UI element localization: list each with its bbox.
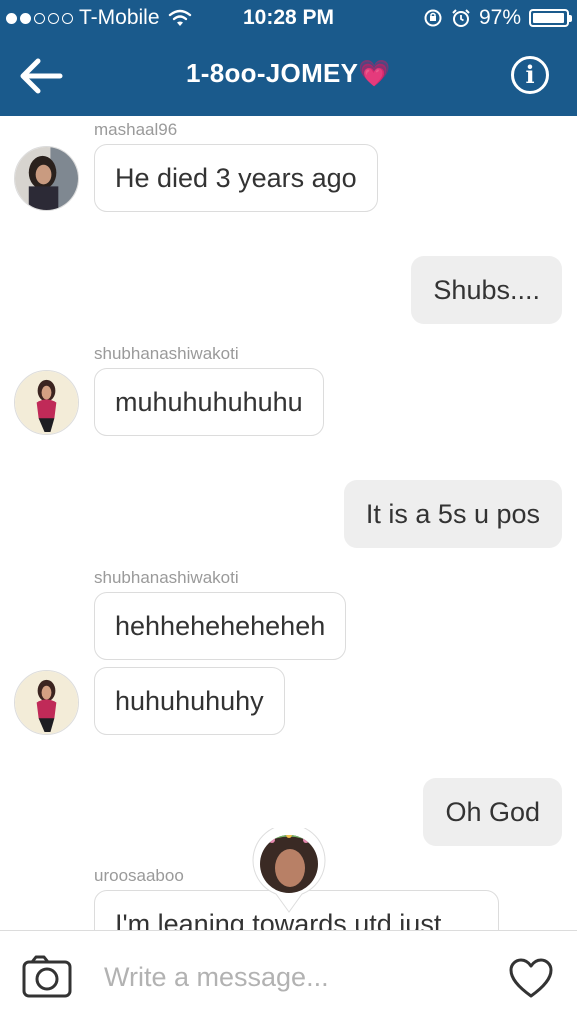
battery-icon — [529, 9, 572, 27]
info-icon[interactable]: i — [511, 56, 549, 94]
sparkling-heart-emoji: 💗 — [358, 58, 391, 88]
avatar[interactable] — [14, 146, 79, 211]
outgoing-message-bubble[interactable]: It is a 5s u pos — [343, 480, 562, 548]
sender-username: shubhanashiwakoti — [94, 568, 239, 587]
conversation-header: 1-8oo-JOMEY💗 i — [0, 38, 577, 116]
camera-icon[interactable] — [22, 955, 72, 999]
sender-username: shubhanashiwakoti — [94, 344, 239, 363]
heart-icon[interactable] — [508, 957, 554, 999]
conversation-title-text: 1-8oo-JOMEY — [185, 58, 359, 88]
sender-username: mashaal96 — [94, 120, 178, 139]
incoming-message-bubble[interactable]: huhuhuhuhy — [94, 667, 285, 735]
outgoing-message-bubble[interactable]: Shubs.... — [411, 256, 562, 324]
typing-avatar-pin[interactable] — [250, 828, 328, 914]
rotation-lock-icon — [424, 9, 442, 27]
incoming-message-bubble[interactable]: muhuhuhuhuhu — [94, 368, 324, 436]
message-composer — [0, 930, 577, 1024]
incoming-message-bubble[interactable]: He died 3 years ago — [94, 144, 378, 212]
battery-percent: 97% — [478, 6, 521, 29]
status-bar: T-Mobile 10:28 PM 97% — [0, 0, 577, 38]
avatar[interactable] — [14, 670, 79, 735]
alarm-icon — [452, 9, 470, 27]
message-input[interactable] — [104, 955, 484, 999]
sender-username: uroosaaboo — [94, 866, 184, 885]
message-thread[interactable]: mashaal96 He died 3 years ago Shubs.... … — [0, 116, 577, 930]
conversation-title[interactable]: 1-8oo-JOMEY💗 — [0, 58, 577, 89]
outgoing-message-bubble[interactable]: Oh God — [423, 778, 562, 846]
avatar[interactable] — [14, 370, 79, 435]
incoming-message-bubble[interactable]: hehheheheheheh — [94, 592, 347, 660]
